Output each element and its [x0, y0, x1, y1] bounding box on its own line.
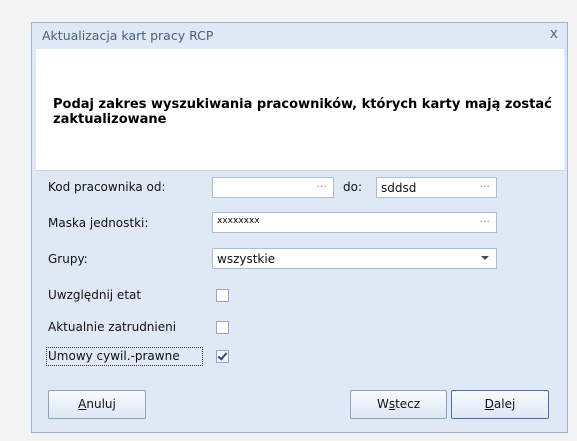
unit-mask-value: xxxxxxxx	[217, 216, 260, 226]
employee-code-to-field[interactable]: sddsd ···	[376, 177, 497, 198]
cancel-button[interactable]: Anuluj	[48, 390, 146, 419]
browse-ellipsis-icon[interactable]: ···	[480, 180, 491, 193]
groups-label: Grupy:	[48, 252, 88, 266]
dialog-header-panel: Podaj zakres wyszukiwania pracowników, k…	[36, 49, 564, 171]
unit-mask-label: Maska jednostki:	[48, 216, 149, 230]
chevron-down-icon[interactable]	[481, 256, 489, 260]
dialog-heading: Podaj zakres wyszukiwania pracowników, k…	[53, 97, 552, 127]
next-button[interactable]: Dalej	[451, 390, 549, 419]
groups-selected-value: wszystkie	[217, 252, 276, 266]
employee-code-to-label: do:	[343, 180, 363, 194]
browse-ellipsis-icon[interactable]: ···	[480, 215, 491, 228]
civil-contracts-label: Umowy cywil.-prawne	[48, 349, 180, 363]
dialog-title: Aktualizacja kart pracy RCP	[42, 28, 214, 43]
dialog-titlebar: Aktualizacja kart pracy RCP x	[32, 23, 567, 49]
update-rcp-dialog: Aktualizacja kart pracy RCP x Podaj zakr…	[31, 22, 568, 433]
currently-employed-checkbox[interactable]	[216, 321, 229, 334]
include-etat-checkbox[interactable]	[216, 289, 229, 302]
back-button[interactable]: Wstecz	[350, 390, 447, 419]
checkmark-icon	[217, 350, 228, 361]
currently-employed-label: Aktualnie zatrudnieni	[48, 320, 177, 334]
browse-ellipsis-icon[interactable]: ···	[317, 180, 328, 193]
close-icon[interactable]: x	[550, 26, 558, 42]
civil-contracts-checkbox[interactable]	[216, 350, 229, 363]
groups-select[interactable]: wszystkie	[212, 248, 497, 269]
employee-code-from-field[interactable]: ···	[212, 177, 334, 198]
employee-code-to-value: sddsd	[381, 181, 417, 195]
unit-mask-field[interactable]: xxxxxxxx ···	[212, 212, 497, 233]
employee-code-from-label: Kod pracownika od:	[48, 180, 166, 194]
include-etat-label: Uwzględnij etat	[48, 288, 142, 302]
